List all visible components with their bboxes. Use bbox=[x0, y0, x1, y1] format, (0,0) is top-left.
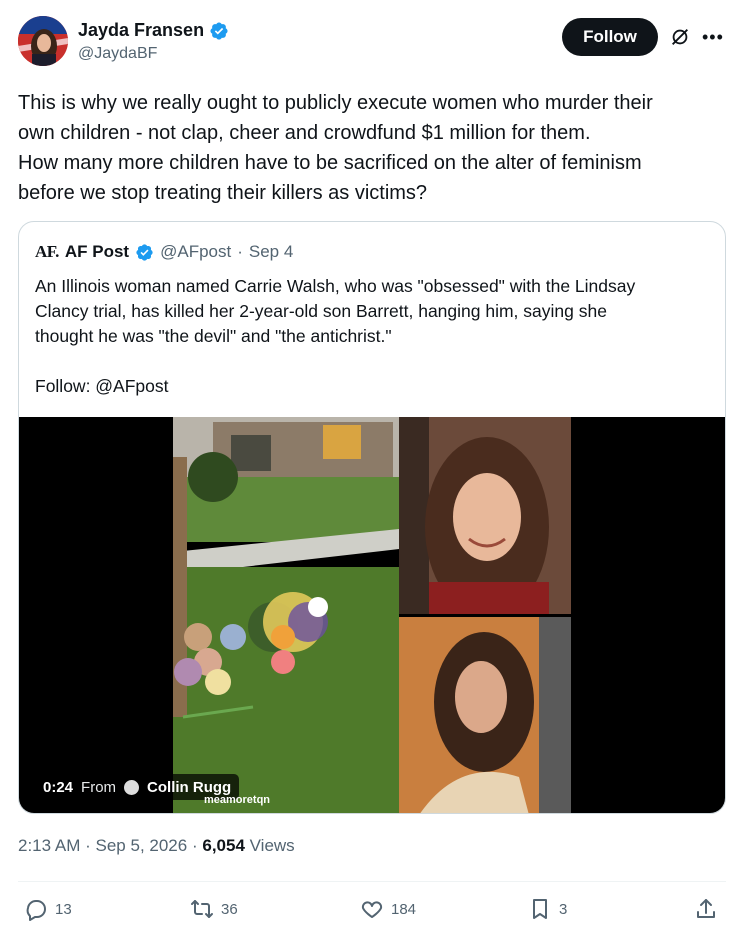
separator-dot: · bbox=[237, 242, 243, 261]
share-button[interactable] bbox=[694, 897, 718, 921]
repost-button[interactable]: 36 bbox=[190, 897, 238, 921]
quoted-date: Sep 4 bbox=[248, 242, 294, 261]
views-count: 6,054 bbox=[202, 836, 245, 855]
repost-count: 36 bbox=[221, 900, 238, 918]
tweet-line: How many more children have to be sacrif… bbox=[18, 152, 642, 174]
reply-button[interactable]: 13 bbox=[24, 897, 72, 921]
quoted-tweet[interactable]: AF. AF Post @AFpost · Sep 4 An Illinois … bbox=[18, 221, 726, 814]
reply-count: 13 bbox=[55, 900, 72, 918]
reply-icon[interactable] bbox=[24, 897, 48, 921]
more-icon[interactable]: ••• bbox=[702, 28, 724, 46]
grok-icon[interactable] bbox=[669, 26, 691, 53]
views-label: Views bbox=[249, 836, 295, 855]
video-duration: 0:24 bbox=[43, 778, 74, 796]
meta-separator: · bbox=[191, 836, 198, 855]
like-button[interactable]: 184 bbox=[360, 897, 416, 921]
author-display-name[interactable]: Jayda Fransen bbox=[78, 20, 229, 41]
verified-badge-icon[interactable] bbox=[209, 21, 229, 41]
quoted-follow-line: Follow: @AFpost bbox=[35, 376, 169, 396]
video-from-label: From bbox=[81, 778, 117, 796]
verified-badge-icon bbox=[135, 243, 154, 262]
divider bbox=[18, 881, 726, 882]
like-icon[interactable] bbox=[360, 897, 384, 921]
tweet-line: This is why we really ought to publicly … bbox=[18, 92, 653, 114]
share-icon[interactable] bbox=[694, 897, 718, 921]
like-count: 184 bbox=[391, 900, 417, 918]
quoted-line: thought he was "the devil" and "the anti… bbox=[35, 326, 392, 346]
woman-photo-2 bbox=[399, 617, 571, 813]
video-player[interactable]: 0:24 From Collin Rugg meamoretqn bbox=[19, 417, 725, 813]
bookmark-button[interactable]: 3 bbox=[528, 897, 567, 921]
quoted-author-handle: @AFpost bbox=[160, 242, 232, 261]
author-avatar[interactable] bbox=[18, 16, 68, 66]
video-source-name[interactable]: Collin Rugg bbox=[147, 779, 231, 796]
quoted-line: Clancy trial, has killed her 2-year-old … bbox=[35, 301, 607, 321]
quoted-line: An Illinois woman named Carrie Walsh, wh… bbox=[35, 276, 636, 296]
author-name-block: Jayda Fransen @JaydaBF bbox=[78, 20, 229, 63]
tweet-date[interactable]: Sep 5, 2026 bbox=[96, 836, 188, 855]
tweet-actions: 13 36 184 3 bbox=[18, 895, 726, 927]
bookmark-count: 3 bbox=[559, 900, 568, 918]
memorial-scene-image bbox=[173, 417, 399, 813]
tweet-text: This is why we really ought to publicly … bbox=[18, 88, 728, 208]
quoted-tweet-header: AF. AF Post @AFpost · Sep 4 bbox=[35, 242, 293, 262]
author-handle[interactable]: @JaydaBF bbox=[78, 45, 229, 63]
video-watermark: meamoretqn bbox=[204, 794, 271, 806]
tweet-header: Jayda Fransen @JaydaBF Follow ••• bbox=[18, 16, 728, 72]
follow-button[interactable]: Follow bbox=[562, 18, 658, 56]
meta-separator: · bbox=[85, 836, 91, 855]
tweet-line: before we stop treating their killers as… bbox=[18, 182, 428, 204]
quoted-tweet-text: An Illinois woman named Carrie Walsh, wh… bbox=[35, 274, 711, 399]
source-avatar-icon bbox=[124, 779, 140, 795]
woman-photo-1 bbox=[399, 417, 571, 614]
author-display-name-text[interactable]: Jayda Fransen bbox=[78, 20, 204, 41]
tweet-time[interactable]: 2:13 AM bbox=[18, 836, 80, 855]
quoted-author-name[interactable]: AF Post bbox=[65, 242, 129, 262]
repost-icon[interactable] bbox=[190, 897, 214, 921]
af-logo: AF. bbox=[35, 242, 59, 261]
tweet-line: own children - not clap, cheer and crowd… bbox=[18, 122, 591, 144]
bookmark-icon[interactable] bbox=[528, 897, 552, 921]
tweet-meta: 2:13 AM · Sep 5, 2026 · 6,054 Views bbox=[18, 836, 295, 856]
